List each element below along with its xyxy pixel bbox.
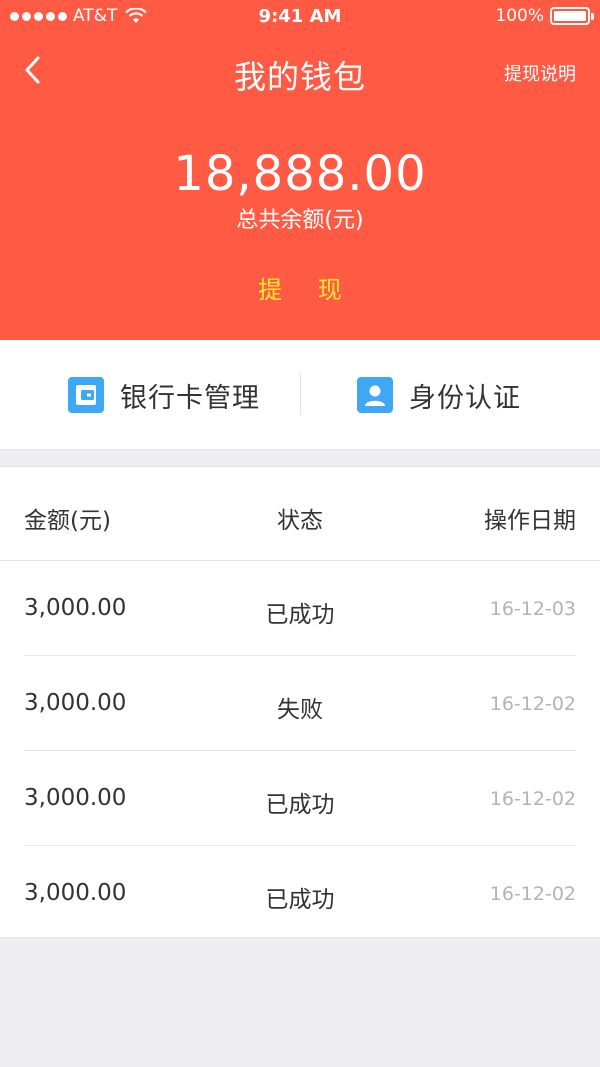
withdraw-button[interactable]: 提 现 bbox=[0, 270, 600, 305]
table-row[interactable]: 3,000.00 已成功 16-12-02 bbox=[0, 846, 600, 941]
battery-icon bbox=[550, 7, 594, 25]
row-date: 16-12-02 bbox=[489, 788, 576, 810]
status-bar: AT&T 9:41 AM 100% bbox=[0, 0, 600, 34]
row-date: 16-12-02 bbox=[489, 693, 576, 715]
row-date: 16-12-03 bbox=[489, 598, 576, 620]
table-header: 金额(元) 状态 操作日期 bbox=[0, 467, 600, 561]
wallet-card-icon bbox=[68, 377, 104, 413]
withdraw-instructions-link[interactable]: 提现说明 bbox=[504, 60, 576, 86]
column-header-date: 操作日期 bbox=[484, 508, 576, 534]
status-right: 100% bbox=[495, 6, 594, 26]
table-row[interactable]: 3,000.00 已成功 16-12-02 bbox=[0, 751, 600, 846]
row-date: 16-12-02 bbox=[489, 883, 576, 905]
table-row[interactable]: 3,000.00 已成功 16-12-03 bbox=[0, 561, 600, 656]
balance-amount: 18,888.00 bbox=[173, 146, 427, 202]
battery-percent: 100% bbox=[495, 6, 544, 26]
balance-label: 总共余额(元) bbox=[236, 208, 364, 233]
action-divider bbox=[300, 373, 301, 415]
wallet-header: AT&T 9:41 AM 100% 我的钱包 提现说明 18,888.00 总共… bbox=[0, 0, 600, 340]
withdraw-records-table: 金额(元) 状态 操作日期 3,000.00 已成功 16-12-03 3,00… bbox=[0, 466, 600, 938]
user-id-icon bbox=[357, 377, 393, 413]
quick-actions: 银行卡管理 身份认证 bbox=[0, 340, 600, 450]
identity-verification-button[interactable]: 身份认证 bbox=[357, 340, 521, 450]
bank-card-management-button[interactable]: 银行卡管理 bbox=[68, 340, 260, 450]
bank-card-label: 银行卡管理 bbox=[120, 382, 260, 414]
identity-label: 身份认证 bbox=[409, 382, 521, 414]
table-row[interactable]: 3,000.00 失败 16-12-02 bbox=[0, 656, 600, 751]
